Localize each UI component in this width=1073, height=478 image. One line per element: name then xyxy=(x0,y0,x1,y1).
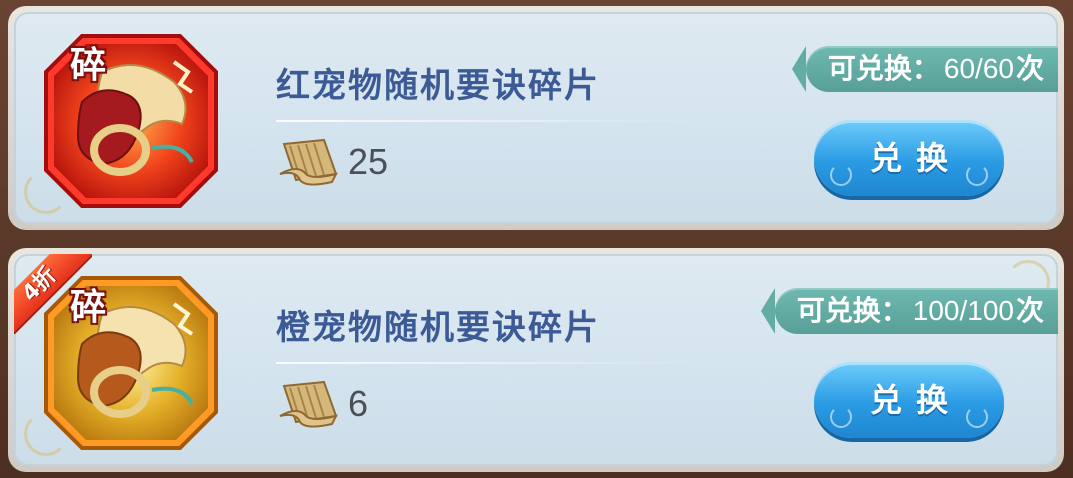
scroll-currency-icon xyxy=(279,380,338,428)
shop-item-panel: 碎 4折 橙宠物随机要诀碎片 6 可兑换： 100/100 次 兑换 xyxy=(14,254,1058,466)
item-name: 红宠物随机要诀碎片 xyxy=(276,66,600,106)
cost-value: 25 xyxy=(348,141,389,182)
cost-value: 6 xyxy=(348,383,369,424)
button-swirl-decor xyxy=(830,406,852,428)
item-name: 橙宠物随机要诀碎片 xyxy=(276,308,600,348)
quota-unit: 次 xyxy=(1015,294,1044,327)
button-swirl-decor xyxy=(966,164,988,186)
discount-ribbon: 4折 xyxy=(14,254,92,334)
shop-item-panel: 碎 红宠物随机要诀碎片 25 可兑换： 60/60 次 兑换 xyxy=(14,12,1058,224)
quota-unit: 次 xyxy=(1015,52,1044,85)
divider xyxy=(276,362,696,364)
quota-count: 100/100 xyxy=(912,295,1014,326)
exchange-button-label: 兑换 xyxy=(869,381,962,419)
exchange-button[interactable]: 兑换 xyxy=(814,120,1004,196)
quota-count: 60/60 xyxy=(943,53,1014,84)
shop-item-card: 碎 红宠物随机要诀碎片 25 可兑换： 60/60 次 兑换 xyxy=(8,6,1064,230)
discount-label: 4折 xyxy=(14,254,92,334)
exchange-quota-badge: 可兑换： 60/60 次 xyxy=(791,46,1058,92)
quota-label: 可兑换： xyxy=(827,52,940,85)
divider xyxy=(276,120,696,122)
button-swirl-decor xyxy=(830,164,852,186)
quota-label: 可兑换： xyxy=(796,294,909,327)
button-swirl-decor xyxy=(966,406,988,428)
shard-badge: 碎 xyxy=(69,45,106,86)
exchange-button-label: 兑换 xyxy=(869,139,962,177)
exchange-button[interactable]: 兑换 xyxy=(814,362,1004,438)
item-cost: 25 xyxy=(276,132,388,192)
shop-item-card: 碎 4折 橙宠物随机要诀碎片 6 可兑换： 100/100 次 兑换 xyxy=(8,248,1064,472)
item-icon-frame[interactable]: 碎 xyxy=(42,32,220,210)
exchange-quota-badge: 可兑换： 100/100 次 xyxy=(760,288,1058,334)
item-cost: 6 xyxy=(276,374,368,434)
scroll-currency-icon xyxy=(279,138,338,186)
